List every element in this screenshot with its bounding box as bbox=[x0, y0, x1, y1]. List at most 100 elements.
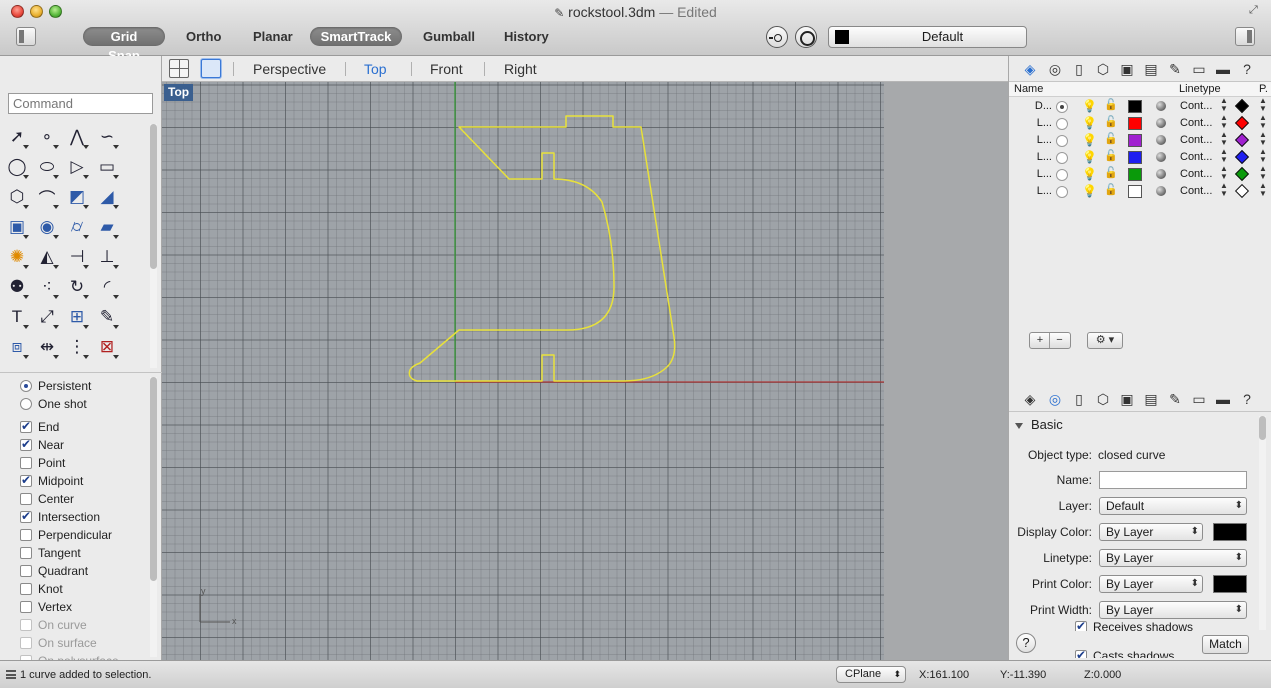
dimension-icon[interactable]: ⇹ bbox=[34, 334, 60, 360]
layer-name[interactable]: L... bbox=[1028, 134, 1052, 146]
layer-row[interactable]: L... 💡 🔓 Cont... ▲ ▼ ▲ ▼ bbox=[1009, 165, 1271, 183]
edit-icon[interactable]: ✎ bbox=[94, 304, 120, 330]
properties-tab-icon[interactable]: ◎ bbox=[1046, 60, 1064, 78]
linetype-select[interactable]: By Layer bbox=[1099, 549, 1247, 567]
layer-row[interactable]: D... 💡 🔓 Cont... ▲ ▼ ▲ ▼ bbox=[1009, 97, 1271, 115]
layer-row[interactable]: L... 💡 🔓 Cont... ▲ ▼ ▲ ▼ bbox=[1009, 182, 1271, 200]
osnap-center[interactable]: Center bbox=[20, 490, 74, 507]
display-tab-icon[interactable]: ⬡ bbox=[1094, 60, 1112, 78]
layers-tab-icon[interactable]: ◈ bbox=[1021, 60, 1039, 78]
curve-icon[interactable]: ∽ bbox=[94, 124, 120, 150]
help-tab-icon[interactable]: ? bbox=[1238, 390, 1256, 408]
current-layer-radio[interactable] bbox=[1056, 118, 1068, 130]
lock-icon[interactable]: 🔓 bbox=[1104, 115, 1118, 128]
fillet-curve-icon[interactable]: ⌒ bbox=[34, 184, 60, 210]
current-layer-radio[interactable] bbox=[1056, 152, 1068, 164]
materials-tab-icon[interactable]: ▤ bbox=[1142, 60, 1160, 78]
print-color-swatch[interactable] bbox=[1213, 575, 1247, 593]
layer-color-swatch[interactable] bbox=[1128, 100, 1142, 113]
rectangle-icon[interactable]: ▭ bbox=[94, 154, 120, 180]
print-color-swatch[interactable] bbox=[1234, 149, 1250, 165]
osnap-midpoint[interactable]: Midpoint bbox=[20, 472, 83, 489]
lock-icon[interactable]: 🔓 bbox=[1104, 166, 1118, 179]
casts-shadows-option[interactable]: Casts shadows bbox=[1075, 649, 1174, 658]
one-shot-radio[interactable] bbox=[20, 397, 32, 410]
material-icon[interactable] bbox=[1156, 118, 1166, 128]
layer-linetype[interactable]: Cont... bbox=[1180, 134, 1212, 146]
lock-icon[interactable]: 🔓 bbox=[1104, 183, 1118, 196]
current-layer-radio[interactable] bbox=[1056, 169, 1068, 181]
layer-options-gear-button[interactable]: ⚙ ▾ bbox=[1087, 332, 1123, 349]
layer-color-swatch[interactable] bbox=[1128, 134, 1142, 147]
vertex-checkbox[interactable] bbox=[20, 600, 32, 613]
visibility-bulb-icon[interactable]: 💡 bbox=[1082, 133, 1097, 147]
linetype-column-header[interactable]: Linetype bbox=[1179, 83, 1221, 95]
object-name-input[interactable] bbox=[1099, 471, 1247, 489]
rotate-icon[interactable]: ↻ bbox=[64, 274, 90, 300]
perpendicular-checkbox[interactable] bbox=[20, 528, 32, 541]
document-tab-icon[interactable]: ▯ bbox=[1070, 60, 1088, 78]
print-width-stepper-icon[interactable]: ▲ ▼ bbox=[1259, 182, 1267, 198]
visibility-bulb-icon[interactable]: 💡 bbox=[1082, 167, 1097, 181]
split-icon[interactable]: ⊣ bbox=[64, 244, 90, 270]
plane-surface-icon[interactable]: ▰ bbox=[94, 214, 120, 240]
materials-tab-icon[interactable]: ▤ bbox=[1142, 390, 1160, 408]
arc-icon[interactable]: ◜ bbox=[94, 274, 120, 300]
layer-row[interactable]: L... 💡 🔓 Cont... ▲ ▼ ▲ ▼ bbox=[1009, 114, 1271, 132]
osnap-quadrant[interactable]: Quadrant bbox=[20, 562, 88, 579]
osnap-vertex[interactable]: Vertex bbox=[20, 598, 72, 615]
help-tab-icon[interactable]: ? bbox=[1238, 60, 1256, 78]
lock-icon[interactable]: 🔓 bbox=[1104, 149, 1118, 162]
print-width-stepper-icon[interactable]: ▲ ▼ bbox=[1259, 131, 1267, 147]
named-views-tab-icon[interactable]: ▭ bbox=[1190, 390, 1208, 408]
explode-icon[interactable]: ✺ bbox=[4, 244, 30, 270]
on-curve-checkbox[interactable] bbox=[20, 618, 32, 631]
circle-icon[interactable]: ◯ bbox=[4, 154, 30, 180]
layer-name[interactable]: L... bbox=[1028, 151, 1052, 163]
lock-icon[interactable]: 🔓 bbox=[1104, 98, 1118, 111]
osnap-scrollbar[interactable] bbox=[150, 377, 157, 657]
visibility-bulb-icon[interactable]: 💡 bbox=[1082, 99, 1097, 113]
trim-icon[interactable]: ⊥ bbox=[94, 244, 120, 270]
display-color-swatch[interactable] bbox=[1213, 523, 1247, 541]
ortho-toggle[interactable]: Ortho bbox=[176, 27, 230, 46]
monitor-tab-icon[interactable]: ▬ bbox=[1214, 60, 1232, 78]
visibility-bulb-icon[interactable]: 💡 bbox=[1082, 116, 1097, 130]
cplane-select[interactable]: CPlane bbox=[836, 666, 906, 683]
osnap-point[interactable]: Point bbox=[20, 454, 65, 471]
history-toggle[interactable]: History bbox=[494, 27, 558, 46]
print-width-stepper-icon[interactable]: ▲ ▼ bbox=[1259, 165, 1267, 181]
osnap-mode-persistent[interactable]: Persistent bbox=[20, 377, 91, 394]
layer-color-swatch[interactable] bbox=[1128, 168, 1142, 181]
four-viewports-icon[interactable] bbox=[169, 59, 189, 78]
osnap-near[interactable]: Near bbox=[20, 436, 64, 453]
top-viewport[interactable]: Top y x bbox=[162, 82, 1008, 660]
layer-name[interactable]: L... bbox=[1028, 185, 1052, 197]
array-icon[interactable]: ⋮ bbox=[64, 334, 90, 360]
command-history-icon[interactable] bbox=[6, 670, 16, 679]
print-color-select[interactable]: By Layer bbox=[1099, 575, 1203, 593]
near-checkbox[interactable] bbox=[20, 437, 32, 451]
properties-scrollbar[interactable] bbox=[1259, 416, 1266, 630]
tab-right[interactable]: Right bbox=[504, 61, 537, 77]
target-icon[interactable] bbox=[795, 26, 817, 48]
polygon-icon[interactable]: ▷ bbox=[64, 154, 90, 180]
osnap-end[interactable]: End bbox=[20, 418, 59, 435]
command-input[interactable] bbox=[8, 93, 153, 114]
surface-from-points-icon[interactable]: ◩ bbox=[64, 184, 90, 210]
point-icon[interactable]: ∘ bbox=[34, 124, 60, 150]
polyline-icon[interactable]: ⋀ bbox=[64, 124, 90, 150]
material-icon[interactable] bbox=[1156, 101, 1166, 111]
grid-array-icon[interactable]: ⊞ bbox=[64, 304, 90, 330]
layer-linetype[interactable]: Cont... bbox=[1180, 168, 1212, 180]
toggle-left-sidebar-button[interactable] bbox=[16, 27, 36, 46]
quadrant-checkbox[interactable] bbox=[20, 564, 32, 577]
receives-shadows-checkbox[interactable] bbox=[1075, 619, 1087, 631]
osnap-on-polysurface[interactable]: On polysurface bbox=[20, 652, 119, 660]
print-width-select[interactable]: By Layer bbox=[1099, 601, 1247, 619]
linetype-stepper-icon[interactable]: ▲ ▼ bbox=[1220, 148, 1228, 164]
lock-icon[interactable]: 🔓 bbox=[1104, 132, 1118, 145]
linetype-stepper-icon[interactable]: ▲ ▼ bbox=[1220, 97, 1228, 113]
linetype-stepper-icon[interactable]: ▲ ▼ bbox=[1220, 182, 1228, 198]
name-column-header[interactable]: Name bbox=[1014, 83, 1043, 95]
